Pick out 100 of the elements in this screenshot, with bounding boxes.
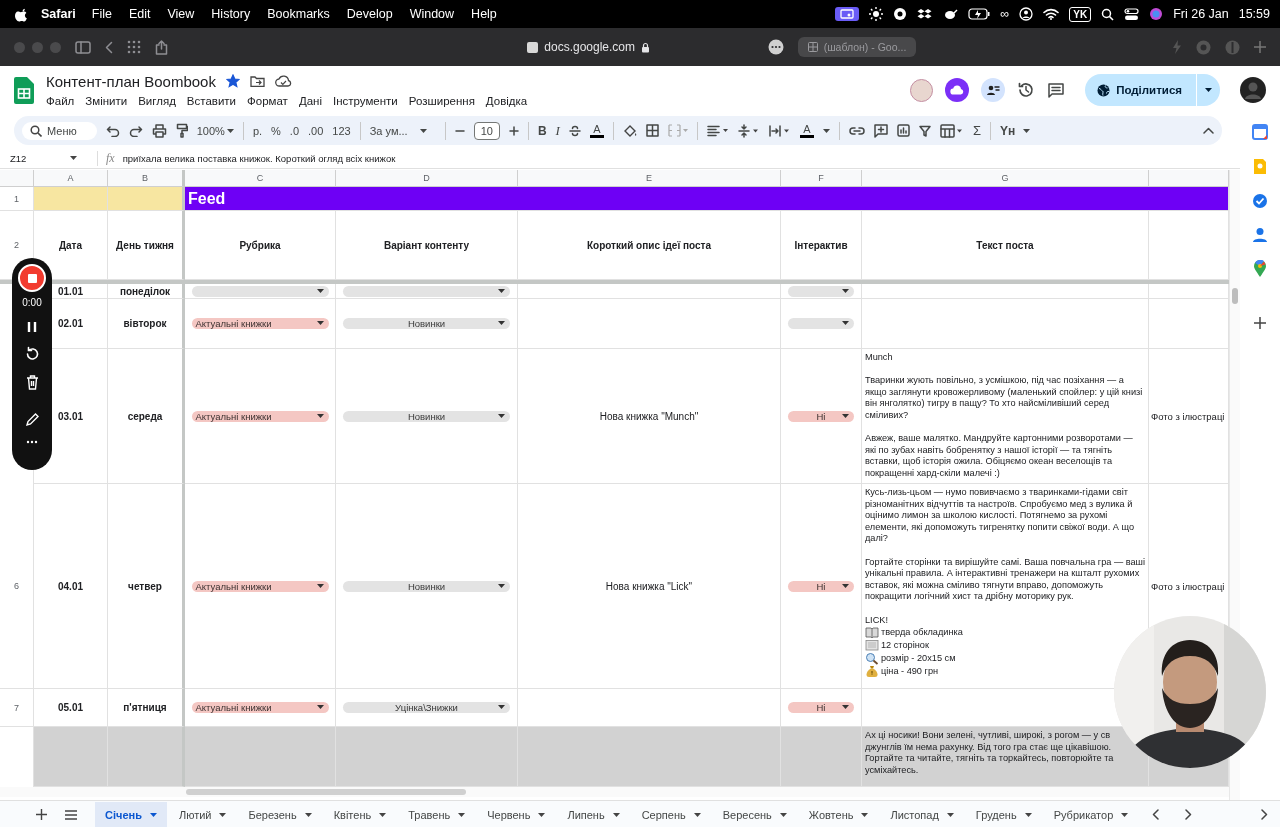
toolbar-button[interactable]: За ум... bbox=[369, 124, 436, 137]
menu-item[interactable]: Довідка bbox=[485, 93, 528, 108]
menu-item[interactable]: Вставити bbox=[186, 93, 237, 108]
row-number[interactable]: 6 bbox=[14, 581, 19, 591]
paint-format-icon[interactable] bbox=[175, 123, 188, 138]
toolbar-button[interactable]: .00 bbox=[308, 124, 324, 137]
sheet-tab[interactable]: Грудень bbox=[965, 801, 1042, 827]
tasks-icon[interactable] bbox=[1252, 193, 1268, 209]
share-icon[interactable] bbox=[155, 39, 168, 55]
dropdown-chip[interactable]: Уцінка\Знижки bbox=[343, 702, 510, 713]
circle-icon[interactable] bbox=[893, 7, 908, 21]
battery-icon[interactable] bbox=[968, 8, 991, 20]
add-icon[interactable] bbox=[1254, 317, 1266, 329]
menu-item[interactable]: File bbox=[91, 7, 112, 21]
toolbar-button[interactable]: Σ bbox=[972, 123, 981, 138]
sun-icon[interactable] bbox=[869, 7, 884, 21]
sheets-logo[interactable] bbox=[14, 76, 34, 104]
menu-item[interactable]: History bbox=[211, 7, 251, 21]
back-icon[interactable] bbox=[105, 40, 113, 54]
dropdown-chip[interactable]: Актуальні книжки bbox=[191, 580, 329, 592]
merge-cells-icon[interactable] bbox=[667, 124, 688, 137]
collaborator-avatar[interactable] bbox=[981, 78, 1006, 102]
add-sheet-icon[interactable] bbox=[36, 809, 47, 820]
strikethrough-icon[interactable] bbox=[568, 124, 581, 137]
menu-item[interactable]: View bbox=[167, 7, 195, 21]
comment-icon[interactable] bbox=[1047, 81, 1066, 99]
trash-icon[interactable] bbox=[25, 375, 39, 390]
dropdown-chip[interactable]: Ні bbox=[788, 702, 854, 713]
stop-button[interactable] bbox=[18, 264, 46, 292]
scrollbar-thumb[interactable] bbox=[1232, 288, 1238, 304]
borders-icon[interactable] bbox=[645, 124, 659, 137]
dropdown-chip[interactable]: Ні bbox=[788, 580, 854, 592]
cloud-icon[interactable] bbox=[274, 75, 292, 87]
undo-icon[interactable] bbox=[105, 124, 120, 137]
history-icon[interactable] bbox=[1017, 81, 1036, 99]
screen-recording-icon[interactable] bbox=[835, 7, 860, 21]
siri-icon[interactable] bbox=[1149, 7, 1164, 21]
link-icon[interactable] bbox=[848, 125, 865, 136]
text-color-button[interactable]: A bbox=[589, 123, 604, 138]
row-number[interactable]: 2 bbox=[14, 240, 19, 250]
star-icon[interactable] bbox=[225, 74, 240, 88]
column-header[interactable]: D bbox=[336, 170, 518, 187]
dropdown-chip[interactable]: Актуальні книжки bbox=[191, 410, 329, 422]
sheet-tab[interactable]: Листопад bbox=[880, 801, 964, 827]
sheet-tab[interactable]: Вересень bbox=[712, 801, 797, 827]
chart-icon[interactable] bbox=[896, 124, 910, 137]
contacts-icon[interactable] bbox=[1253, 227, 1267, 242]
new-tab-icon[interactable] bbox=[1254, 41, 1266, 53]
account-avatar[interactable] bbox=[1240, 77, 1266, 103]
menu-item[interactable]: Window bbox=[409, 7, 455, 21]
document-title[interactable]: Контент-план Boombook bbox=[46, 72, 216, 90]
tab-overview-icon[interactable] bbox=[127, 40, 141, 54]
dropdown-chip[interactable]: Новинки bbox=[343, 410, 510, 422]
menu-item[interactable]: Bookmarks bbox=[267, 7, 330, 21]
sheet-tab[interactable]: Липень bbox=[557, 801, 630, 827]
text-rotation-button[interactable]: A bbox=[799, 123, 814, 138]
dropdown-chip[interactable]: Актуальні книжки bbox=[191, 702, 329, 713]
menu-item[interactable]: Help bbox=[471, 7, 497, 21]
menu-item[interactable]: Розширення bbox=[408, 93, 475, 108]
filter-views-icon[interactable] bbox=[939, 123, 964, 138]
menu-item[interactable]: Develop bbox=[346, 7, 393, 21]
horizontal-scrollbar[interactable] bbox=[0, 787, 1229, 797]
dropdown-chip[interactable]: Ні bbox=[788, 410, 854, 422]
sheet-tab[interactable]: Квітень bbox=[323, 801, 397, 827]
row-number[interactable]: 1 bbox=[14, 193, 19, 204]
dropbox-icon[interactable] bbox=[917, 7, 933, 21]
row-number[interactable]: 7 bbox=[14, 702, 19, 713]
wifi-icon[interactable] bbox=[1043, 8, 1060, 20]
pause-icon[interactable] bbox=[27, 321, 37, 333]
maps-icon[interactable] bbox=[1254, 260, 1266, 277]
menu-item[interactable]: Edit bbox=[128, 7, 151, 21]
toolbar-button[interactable]: .0 bbox=[289, 124, 300, 137]
column-header[interactable]: E bbox=[518, 170, 781, 187]
dropdown-chip[interactable]: Актуальні книжки bbox=[191, 318, 329, 329]
formula-field[interactable]: приїхала велика поставка книжок. Короткий огляд всіх книжок bbox=[122, 152, 396, 164]
pencil-icon[interactable] bbox=[25, 413, 39, 427]
sheet-tab[interactable]: Жовтень bbox=[798, 801, 879, 827]
calendar-icon[interactable] bbox=[1252, 124, 1268, 140]
app-menu[interactable]: Safari bbox=[41, 7, 76, 21]
column-header[interactable]: G bbox=[862, 170, 1149, 187]
sheet-tab[interactable]: Рубрикатор bbox=[1043, 801, 1139, 827]
print-icon[interactable] bbox=[151, 123, 167, 138]
menu-search-field[interactable]: Меню bbox=[22, 121, 97, 140]
sheet-tab[interactable]: Березень bbox=[238, 801, 322, 827]
toolbar-button[interactable]: I bbox=[555, 122, 560, 139]
sheet-tab[interactable]: Травень bbox=[398, 801, 476, 827]
address-bar[interactable]: docs.google.com bbox=[423, 40, 754, 54]
keyboard-layout[interactable]: YK bbox=[1069, 6, 1092, 22]
restart-icon[interactable] bbox=[24, 346, 40, 362]
redo-icon[interactable] bbox=[128, 124, 143, 137]
filter-icon[interactable] bbox=[918, 124, 931, 137]
column-header[interactable]: C bbox=[185, 170, 336, 187]
user-circle-icon[interactable] bbox=[1019, 7, 1034, 21]
text-wrap-icon[interactable] bbox=[768, 124, 791, 137]
toolbar-button[interactable]: р. bbox=[252, 124, 263, 137]
toolbar-button[interactable]: 123 bbox=[332, 124, 351, 137]
teapot-icon[interactable] bbox=[942, 7, 959, 21]
all-sheets-icon[interactable] bbox=[65, 809, 77, 820]
sheet-tab[interactable]: Лютий bbox=[168, 801, 237, 827]
toolbar-button[interactable]: Yн bbox=[1000, 123, 1031, 138]
